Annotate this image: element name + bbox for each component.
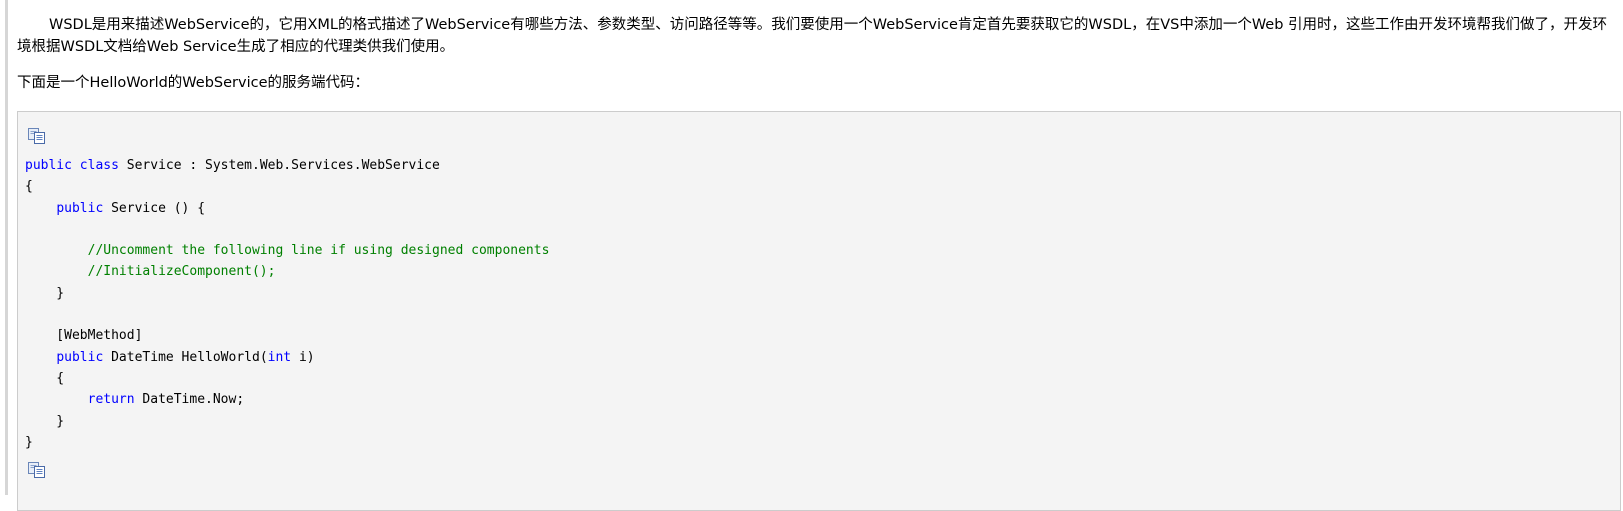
code-text: i) xyxy=(291,349,315,365)
code-keyword: class xyxy=(79,158,119,173)
code-line: } xyxy=(25,432,549,453)
code-text: DateTime.Now; xyxy=(134,392,245,408)
code-line: { xyxy=(25,368,549,389)
code-comment: //InitializeComponent(); xyxy=(87,264,276,280)
code-line: } xyxy=(25,411,549,432)
code-keyword: int xyxy=(267,349,292,365)
code-line: return DateTime.Now; xyxy=(25,389,549,410)
code-listing: public class Service : System.Web.Servic… xyxy=(25,155,549,453)
copy-icon[interactable] xyxy=(27,127,47,145)
code-text: { xyxy=(25,179,33,195)
code-line: public Service () { xyxy=(25,198,549,219)
code-keyword: public xyxy=(56,200,104,216)
code-line: //Uncomment the following line if using … xyxy=(25,240,550,261)
code-text: } xyxy=(25,434,33,450)
code-line: { xyxy=(25,176,549,197)
code-keyword: public xyxy=(25,158,72,173)
code-intro-paragraph: 下面是一个HelloWorld的WebService的服务端代码： xyxy=(17,75,370,91)
code-block: public class Service : System.Web.Servic… xyxy=(17,111,1621,511)
left-border-rule xyxy=(5,0,8,495)
code-text: Service : System.Web.Services.WebService xyxy=(118,158,440,173)
code-line: public DateTime HelloWorld(int i) xyxy=(25,347,549,368)
code-comment: //Uncomment the following line if using … xyxy=(87,243,550,259)
code-text: } xyxy=(25,285,65,301)
code-text: DateTime HelloWorld( xyxy=(103,349,268,365)
code-keyword: public xyxy=(56,349,104,365)
code-text: } xyxy=(25,413,65,429)
code-keyword: return xyxy=(87,392,135,408)
article-body: WSDL是用来描述WebService的，它用XML的格式描述了WebServi… xyxy=(17,14,1617,94)
code-text: [WebMethod] xyxy=(25,328,143,344)
code-line: [WebMethod] xyxy=(25,325,549,346)
code-line: //InitializeComponent(); xyxy=(25,261,549,282)
intro-paragraph: WSDL是用来描述WebService的，它用XML的格式描述了WebServi… xyxy=(17,17,1608,55)
code-line: public class Service : System.Web.Servic… xyxy=(25,155,549,176)
copy-icon[interactable] xyxy=(27,461,47,479)
code-text: { xyxy=(25,370,65,386)
code-text: Service () { xyxy=(103,200,206,216)
code-line: } xyxy=(25,283,549,304)
